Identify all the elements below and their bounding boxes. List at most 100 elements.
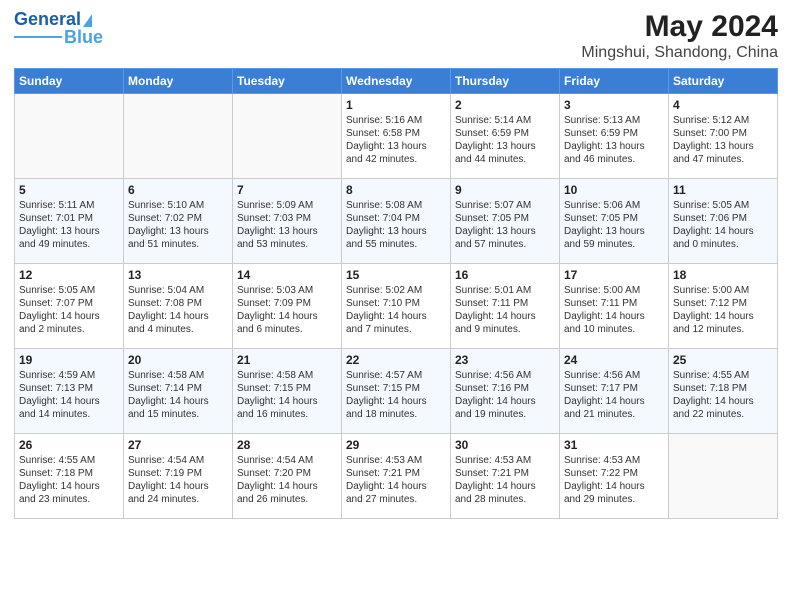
calendar-cell: 23Sunrise: 4:56 AMSunset: 7:16 PMDayligh…	[451, 349, 560, 434]
day-number: 9	[455, 182, 555, 198]
calendar-cell: 20Sunrise: 4:58 AMSunset: 7:14 PMDayligh…	[124, 349, 233, 434]
day-info: Sunrise: 5:01 AMSunset: 7:11 PMDaylight:…	[455, 284, 555, 336]
logo: General Blue	[14, 10, 103, 46]
calendar-cell: 2Sunrise: 5:14 AMSunset: 6:59 PMDaylight…	[451, 94, 560, 179]
day-info: Sunrise: 5:11 AMSunset: 7:01 PMDaylight:…	[19, 199, 119, 251]
calendar-cell: 19Sunrise: 4:59 AMSunset: 7:13 PMDayligh…	[15, 349, 124, 434]
day-number: 26	[19, 437, 119, 453]
calendar-cell: 28Sunrise: 4:54 AMSunset: 7:20 PMDayligh…	[233, 434, 342, 519]
day-info: Sunrise: 5:04 AMSunset: 7:08 PMDaylight:…	[128, 284, 228, 336]
day-info: Sunrise: 4:53 AMSunset: 7:21 PMDaylight:…	[455, 454, 555, 506]
day-info: Sunrise: 5:09 AMSunset: 7:03 PMDaylight:…	[237, 199, 337, 251]
day-number: 25	[673, 352, 773, 368]
day-number: 1	[346, 97, 446, 113]
day-info: Sunrise: 4:59 AMSunset: 7:13 PMDaylight:…	[19, 369, 119, 421]
calendar-cell: 15Sunrise: 5:02 AMSunset: 7:10 PMDayligh…	[342, 264, 451, 349]
day-number: 3	[564, 97, 664, 113]
day-info: Sunrise: 5:06 AMSunset: 7:05 PMDaylight:…	[564, 199, 664, 251]
day-info: Sunrise: 5:02 AMSunset: 7:10 PMDaylight:…	[346, 284, 446, 336]
calendar-cell: 26Sunrise: 4:55 AMSunset: 7:18 PMDayligh…	[15, 434, 124, 519]
day-number: 13	[128, 267, 228, 283]
calendar-cell: 29Sunrise: 4:53 AMSunset: 7:21 PMDayligh…	[342, 434, 451, 519]
day-info: Sunrise: 4:53 AMSunset: 7:22 PMDaylight:…	[564, 454, 664, 506]
day-number: 24	[564, 352, 664, 368]
calendar-week-row: 5Sunrise: 5:11 AMSunset: 7:01 PMDaylight…	[15, 179, 778, 264]
calendar-cell	[233, 94, 342, 179]
main-title: May 2024	[581, 10, 778, 44]
day-info: Sunrise: 4:56 AMSunset: 7:17 PMDaylight:…	[564, 369, 664, 421]
day-info: Sunrise: 5:03 AMSunset: 7:09 PMDaylight:…	[237, 284, 337, 336]
calendar-cell: 6Sunrise: 5:10 AMSunset: 7:02 PMDaylight…	[124, 179, 233, 264]
calendar-cell: 31Sunrise: 4:53 AMSunset: 7:22 PMDayligh…	[560, 434, 669, 519]
day-number: 8	[346, 182, 446, 198]
calendar-week-row: 26Sunrise: 4:55 AMSunset: 7:18 PMDayligh…	[15, 434, 778, 519]
weekday-header: Saturday	[669, 69, 778, 94]
calendar-cell: 24Sunrise: 4:56 AMSunset: 7:17 PMDayligh…	[560, 349, 669, 434]
day-number: 4	[673, 97, 773, 113]
day-number: 15	[346, 267, 446, 283]
day-info: Sunrise: 5:14 AMSunset: 6:59 PMDaylight:…	[455, 114, 555, 166]
day-info: Sunrise: 5:08 AMSunset: 7:04 PMDaylight:…	[346, 199, 446, 251]
logo-triangle	[83, 14, 92, 27]
day-info: Sunrise: 4:58 AMSunset: 7:15 PMDaylight:…	[237, 369, 337, 421]
day-number: 16	[455, 267, 555, 283]
calendar-cell: 22Sunrise: 4:57 AMSunset: 7:15 PMDayligh…	[342, 349, 451, 434]
day-number: 10	[564, 182, 664, 198]
calendar-cell: 7Sunrise: 5:09 AMSunset: 7:03 PMDaylight…	[233, 179, 342, 264]
day-number: 29	[346, 437, 446, 453]
weekday-header: Wednesday	[342, 69, 451, 94]
calendar-cell: 16Sunrise: 5:01 AMSunset: 7:11 PMDayligh…	[451, 264, 560, 349]
calendar-week-row: 12Sunrise: 5:05 AMSunset: 7:07 PMDayligh…	[15, 264, 778, 349]
day-info: Sunrise: 4:57 AMSunset: 7:15 PMDaylight:…	[346, 369, 446, 421]
day-number: 5	[19, 182, 119, 198]
calendar-week-row: 19Sunrise: 4:59 AMSunset: 7:13 PMDayligh…	[15, 349, 778, 434]
title-block: May 2024 Mingshui, Shandong, China	[581, 10, 778, 62]
day-number: 20	[128, 352, 228, 368]
logo-blue: Blue	[64, 28, 103, 46]
calendar-cell: 1Sunrise: 5:16 AMSunset: 6:58 PMDaylight…	[342, 94, 451, 179]
calendar-cell: 5Sunrise: 5:11 AMSunset: 7:01 PMDaylight…	[15, 179, 124, 264]
day-number: 23	[455, 352, 555, 368]
day-number: 30	[455, 437, 555, 453]
logo-general: General	[14, 10, 81, 28]
calendar-cell	[124, 94, 233, 179]
weekday-header-row: SundayMondayTuesdayWednesdayThursdayFrid…	[15, 69, 778, 94]
calendar-cell: 11Sunrise: 5:05 AMSunset: 7:06 PMDayligh…	[669, 179, 778, 264]
day-number: 22	[346, 352, 446, 368]
day-number: 28	[237, 437, 337, 453]
day-number: 11	[673, 182, 773, 198]
calendar-cell	[15, 94, 124, 179]
calendar-cell: 30Sunrise: 4:53 AMSunset: 7:21 PMDayligh…	[451, 434, 560, 519]
calendar-cell: 21Sunrise: 4:58 AMSunset: 7:15 PMDayligh…	[233, 349, 342, 434]
day-info: Sunrise: 4:55 AMSunset: 7:18 PMDaylight:…	[19, 454, 119, 506]
calendar-cell: 14Sunrise: 5:03 AMSunset: 7:09 PMDayligh…	[233, 264, 342, 349]
calendar-cell: 18Sunrise: 5:00 AMSunset: 7:12 PMDayligh…	[669, 264, 778, 349]
day-number: 31	[564, 437, 664, 453]
calendar-cell: 27Sunrise: 4:54 AMSunset: 7:19 PMDayligh…	[124, 434, 233, 519]
calendar-cell: 9Sunrise: 5:07 AMSunset: 7:05 PMDaylight…	[451, 179, 560, 264]
day-number: 19	[19, 352, 119, 368]
day-number: 6	[128, 182, 228, 198]
day-info: Sunrise: 5:00 AMSunset: 7:11 PMDaylight:…	[564, 284, 664, 336]
calendar-cell: 25Sunrise: 4:55 AMSunset: 7:18 PMDayligh…	[669, 349, 778, 434]
day-info: Sunrise: 4:55 AMSunset: 7:18 PMDaylight:…	[673, 369, 773, 421]
day-info: Sunrise: 5:05 AMSunset: 7:07 PMDaylight:…	[19, 284, 119, 336]
header: General Blue May 2024 Mingshui, Shandong…	[14, 10, 778, 62]
weekday-header: Sunday	[15, 69, 124, 94]
calendar-cell: 10Sunrise: 5:06 AMSunset: 7:05 PMDayligh…	[560, 179, 669, 264]
day-info: Sunrise: 5:13 AMSunset: 6:59 PMDaylight:…	[564, 114, 664, 166]
day-number: 12	[19, 267, 119, 283]
calendar-cell: 3Sunrise: 5:13 AMSunset: 6:59 PMDaylight…	[560, 94, 669, 179]
page: General Blue May 2024 Mingshui, Shandong…	[0, 0, 792, 612]
calendar-cell	[669, 434, 778, 519]
weekday-header: Monday	[124, 69, 233, 94]
calendar-cell: 12Sunrise: 5:05 AMSunset: 7:07 PMDayligh…	[15, 264, 124, 349]
day-number: 27	[128, 437, 228, 453]
weekday-header: Thursday	[451, 69, 560, 94]
calendar-week-row: 1Sunrise: 5:16 AMSunset: 6:58 PMDaylight…	[15, 94, 778, 179]
weekday-header: Friday	[560, 69, 669, 94]
day-info: Sunrise: 4:56 AMSunset: 7:16 PMDaylight:…	[455, 369, 555, 421]
day-number: 18	[673, 267, 773, 283]
day-info: Sunrise: 4:58 AMSunset: 7:14 PMDaylight:…	[128, 369, 228, 421]
day-info: Sunrise: 5:12 AMSunset: 7:00 PMDaylight:…	[673, 114, 773, 166]
